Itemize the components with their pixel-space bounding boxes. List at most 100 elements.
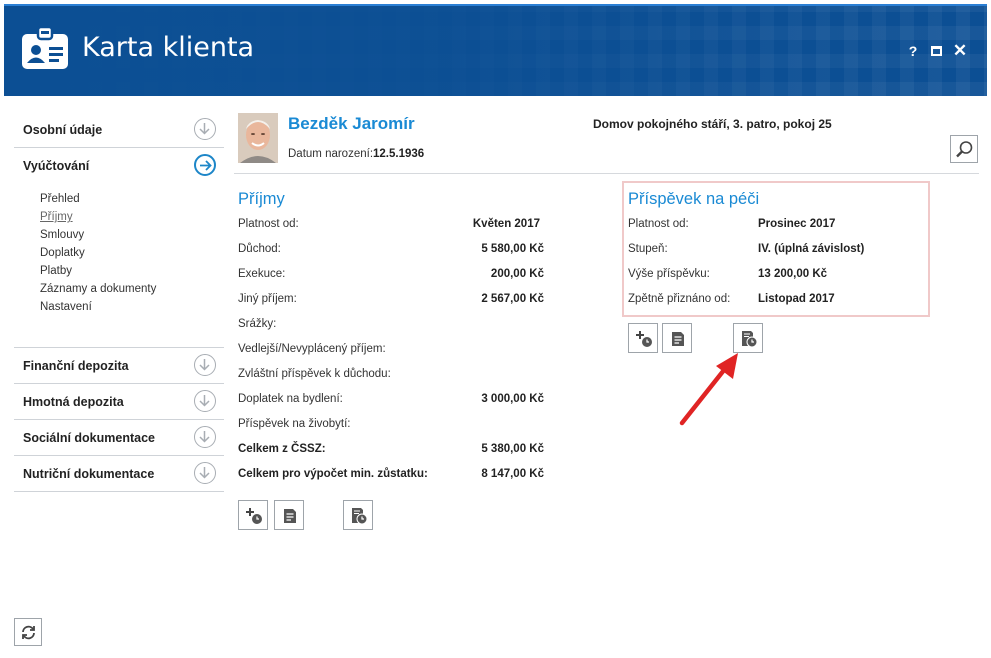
income-row-value: 8 147,00 Kč	[481, 468, 544, 480]
dob-label: Datum narození:	[288, 148, 374, 160]
care-row-value: Prosinec 2017	[758, 218, 836, 230]
sidebar-section-label: Finanční depozita	[23, 359, 129, 373]
sidebar-section-financni-depozita[interactable]: Finanční depozita	[14, 348, 224, 384]
income-history-button[interactable]	[343, 500, 373, 530]
document-list-icon	[672, 332, 684, 346]
income-row-label: Zvláštní příspěvek k důchodu:	[238, 368, 391, 380]
client-card-icon	[22, 26, 68, 69]
income-row-value: 5 580,00 Kč	[481, 243, 544, 255]
care-row: Výše příspěvku: 13 200,00 Kč	[628, 268, 924, 284]
divider	[234, 173, 979, 174]
care-row: Platnost od: Prosinec 2017	[628, 218, 924, 234]
arrow-down-circle-icon[interactable]	[194, 426, 216, 448]
income-row-value: 3 000,00 Kč	[481, 393, 544, 405]
income-row-value: Květen 2017	[472, 218, 540, 230]
arrow-down-circle-icon[interactable]	[194, 354, 216, 376]
maximize-icon	[930, 46, 942, 56]
sidebar-item-prijmy[interactable]: Příjmy	[40, 208, 156, 226]
income-row-label: Doplatek na bydlení:	[238, 393, 343, 405]
maximize-button[interactable]	[927, 42, 945, 60]
income-row-value: 5 380,00 Kč	[481, 443, 544, 455]
income-row: Zvláštní příspěvek k důchodu:	[238, 368, 544, 384]
sidebar-section-nutricni-dokumentace[interactable]: Nutriční dokumentace	[14, 456, 224, 492]
document-list-icon	[284, 509, 296, 523]
care-row-label: Stupeň:	[628, 243, 668, 255]
help-button[interactable]: ?	[904, 42, 922, 60]
sidebar: Osobní údaje Vyúčtování Přehled Příjmy S…	[14, 112, 224, 492]
income-row: Doplatek na bydlení: 3 000,00 Kč	[238, 393, 544, 409]
add-clock-icon	[636, 331, 652, 347]
sidebar-section-hmotna-depozita[interactable]: Hmotná depozita	[14, 384, 224, 420]
income-row-label: Celkem pro výpočet min. zůstatku:	[238, 468, 428, 480]
income-row: Srážky:	[238, 318, 544, 334]
arrow-right-circle-icon[interactable]	[194, 154, 216, 176]
arrow-down-circle-icon[interactable]	[194, 390, 216, 412]
patient-name[interactable]: Bezděk Jaromír	[288, 114, 415, 134]
income-row: Vedlejší/Nevyplácený příjem:	[238, 343, 544, 359]
income-row-label: Exekuce:	[238, 268, 286, 280]
care-row-label: Výše příspěvku:	[628, 268, 710, 280]
facility-info: Domov pokojného stáří, 3. patro, pokoj 2…	[593, 117, 832, 131]
income-section-title: Příjmy	[238, 190, 285, 208]
income-total-row: Celkem pro výpočet min. zůstatku: 8 147,…	[238, 468, 544, 484]
sidebar-item-nastaveni[interactable]: Nastavení	[40, 298, 156, 316]
income-row-value: 2 567,00 Kč	[481, 293, 544, 305]
income-row-label: Celkem z ČSSZ:	[238, 443, 326, 455]
document-clock-icon	[742, 331, 758, 348]
arrow-down-circle-icon[interactable]	[194, 462, 216, 484]
close-button[interactable]: ✕	[951, 42, 969, 60]
header-bar: Karta klienta ? ✕	[4, 4, 987, 96]
care-row-value: IV. (úplná závislost)	[758, 243, 865, 255]
care-add-button[interactable]	[628, 323, 658, 353]
sidebar-section-socialni-dokumentace[interactable]: Sociální dokumentace	[14, 420, 224, 456]
income-row-label: Vedlejší/Nevyplácený příjem:	[238, 343, 386, 355]
care-row-value: 13 200,00 Kč	[758, 268, 828, 280]
dob-value: 12.5.1936	[373, 148, 425, 160]
app-title: Karta klienta	[82, 32, 255, 63]
care-row-value: Listopad 2017	[758, 293, 835, 305]
income-row-label: Srážky:	[238, 318, 277, 330]
refresh-icon	[22, 625, 35, 640]
search-button[interactable]	[950, 135, 978, 163]
income-list-button[interactable]	[274, 500, 304, 530]
income-row-value: 200,00 Kč	[490, 268, 544, 280]
income-row-label: Platnost od:	[238, 218, 299, 230]
income-row: Příspěvek na živobytí:	[238, 418, 544, 434]
sidebar-section-vyuctovani[interactable]: Vyúčtování Přehled Příjmy Smlouvy Doplat…	[14, 148, 224, 348]
income-row: Exekuce: 200,00 Kč	[238, 268, 544, 284]
add-clock-icon	[246, 508, 262, 524]
income-add-button[interactable]	[238, 500, 268, 530]
sidebar-section-osobni-udaje[interactable]: Osobní údaje	[14, 112, 224, 148]
app-window: Karta klienta ? ✕ Osobní údaje Vyúčtován…	[4, 4, 987, 654]
care-row: Zpětně přiznáno od: Listopad 2017	[628, 293, 924, 309]
sidebar-item-zaznamy[interactable]: Záznamy a dokumenty	[40, 280, 156, 298]
document-clock-icon	[352, 508, 368, 525]
sidebar-section-label: Vyúčtování	[23, 159, 90, 173]
care-row-label: Platnost od:	[628, 218, 689, 230]
header-topline	[4, 4, 987, 6]
sidebar-section-label: Hmotná depozita	[23, 395, 124, 409]
income-row: Jiný příjem: 2 567,00 Kč	[238, 293, 544, 309]
income-row-label: Jiný příjem:	[238, 293, 297, 305]
income-row-label: Příspěvek na živobytí:	[238, 418, 351, 430]
income-row: Platnost od: Květen 2017	[238, 218, 544, 234]
sidebar-section-label: Sociální dokumentace	[23, 431, 155, 445]
magnifier-icon	[956, 141, 973, 158]
annotation-arrow-icon	[679, 353, 738, 426]
sidebar-item-platby[interactable]: Platby	[40, 262, 156, 280]
refresh-button[interactable]	[14, 618, 42, 646]
sidebar-section-label: Nutriční dokumentace	[23, 467, 155, 481]
sidebar-item-smlouvy[interactable]: Smlouvy	[40, 226, 156, 244]
sidebar-section-label: Osobní údaje	[23, 123, 103, 137]
care-row: Stupeň: IV. (úplná závislost)	[628, 243, 924, 259]
sidebar-item-doplatky[interactable]: Doplatky	[40, 244, 156, 262]
income-row-label: Důchod:	[238, 243, 281, 255]
income-total-row: Celkem z ČSSZ: 5 380,00 Kč	[238, 443, 544, 459]
arrow-down-circle-icon[interactable]	[194, 118, 216, 140]
income-row: Důchod: 5 580,00 Kč	[238, 243, 544, 259]
sidebar-subnav: Přehled Příjmy Smlouvy Doplatky Platby Z…	[40, 190, 156, 316]
care-row-label: Zpětně přiznáno od:	[628, 293, 731, 305]
patient-photo	[238, 113, 278, 163]
sidebar-item-prehled[interactable]: Přehled	[40, 190, 156, 208]
care-section-title: Příspěvek na péči	[628, 190, 760, 208]
